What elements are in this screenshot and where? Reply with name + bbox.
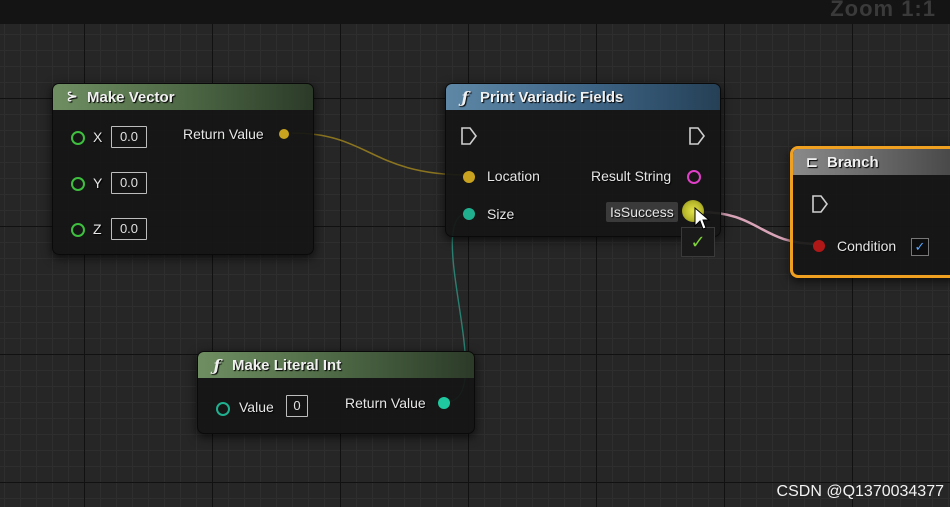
y-input-pin[interactable]	[71, 177, 85, 191]
checkmark-icon: ✓	[690, 232, 706, 252]
function-icon: ƒ	[461, 87, 469, 107]
location-label: Location	[487, 168, 540, 184]
watermark: CSDN @Q1370034377	[776, 483, 944, 500]
vector-output-pin[interactable]	[279, 129, 289, 139]
checkbox-tick-icon: ✓	[914, 239, 926, 254]
value-field[interactable]: 0	[286, 395, 308, 417]
make-literal-int-node[interactable]: ƒ Make Literal Int Value 0 Return Value	[197, 351, 475, 434]
x-label: X	[93, 129, 103, 145]
exec-input-pin[interactable]	[460, 126, 478, 146]
y-value-field[interactable]: 0.0	[111, 172, 147, 194]
size-input-pin[interactable]	[463, 208, 475, 220]
int-output-pin[interactable]	[438, 397, 450, 409]
condition-checkbox[interactable]: ✓	[911, 238, 929, 256]
branch-node[interactable]: ⊏ Branch Condition ✓	[790, 146, 950, 278]
value-label: Value	[239, 399, 274, 415]
branch-exec-input-pin[interactable]	[811, 194, 829, 214]
x-value-field[interactable]: 0.0	[111, 126, 147, 148]
x-input-pin[interactable]	[71, 131, 85, 145]
is-success-label: IsSuccess	[606, 202, 678, 222]
branch-icon: ⊏	[805, 153, 819, 171]
literal-return-value-label: Return Value	[345, 395, 426, 411]
print-variadic-title: Print Variadic Fields	[480, 88, 624, 106]
make-literal-int-title: Make Literal Int	[232, 356, 342, 374]
function-icon: ƒ	[213, 355, 221, 375]
z-input-pin[interactable]	[71, 223, 85, 237]
result-string-output-pin[interactable]	[687, 170, 701, 184]
z-value-field[interactable]: 0.0	[111, 218, 147, 240]
condition-label: Condition	[837, 238, 897, 254]
value-input-pin[interactable]	[216, 402, 230, 416]
print-variadic-header[interactable]: ƒ Print Variadic Fields	[446, 84, 720, 110]
condition-input-pin[interactable]	[813, 240, 825, 252]
z-label: Z	[93, 221, 102, 237]
wire-vector-location[interactable]	[291, 132, 470, 176]
branch-header[interactable]: ⊏ Branch	[793, 149, 950, 175]
print-variadic-fields-node[interactable]: ƒ Print Variadic Fields Location Size Re…	[445, 83, 721, 237]
return-value-label: Return Value	[183, 126, 264, 142]
y-label: Y	[93, 175, 103, 191]
make-literal-int-header[interactable]: ƒ Make Literal Int	[198, 352, 474, 378]
make-vector-header[interactable]: ⊱ Make Vector	[53, 84, 313, 110]
result-string-label: Result String	[591, 168, 672, 184]
make-vector-title: Make Vector	[87, 88, 175, 106]
location-input-pin[interactable]	[463, 171, 475, 183]
make-struct-icon: ⊱	[66, 89, 78, 105]
size-label: Size	[487, 206, 515, 222]
branch-title: Branch	[827, 153, 879, 171]
mouse-cursor-icon	[694, 207, 710, 230]
make-vector-node[interactable]: ⊱ Make Vector X 0.0 Y 0.0 Z 0.0 Return V…	[52, 83, 314, 255]
exec-output-pin[interactable]	[688, 126, 706, 146]
drag-confirm-popup: ✓	[681, 227, 715, 257]
